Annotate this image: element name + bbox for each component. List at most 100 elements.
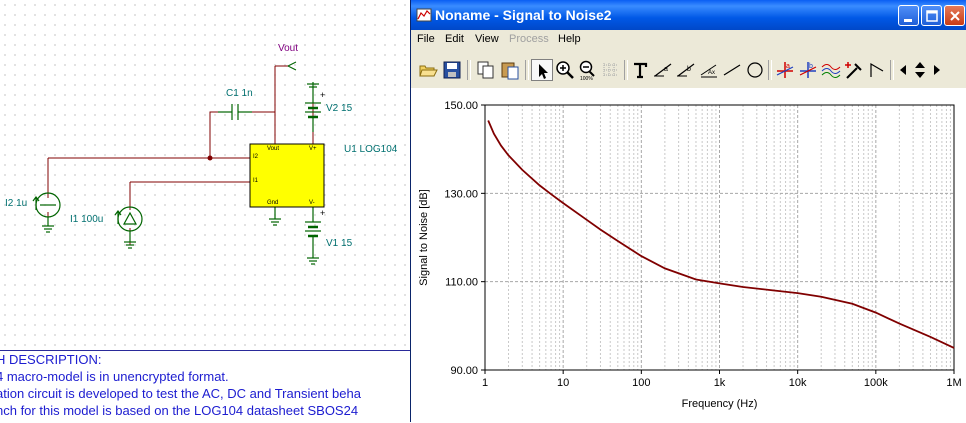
slope-icon bbox=[870, 62, 884, 77]
slope-button[interactable] bbox=[866, 59, 888, 81]
vout-label: Vout bbox=[278, 43, 299, 54]
svg-text:+: + bbox=[320, 208, 325, 218]
minimize-button[interactable] bbox=[898, 5, 919, 26]
close-icon bbox=[950, 11, 960, 21]
pin-vout-label: Vout bbox=[267, 146, 280, 152]
grid-icon bbox=[603, 63, 618, 77]
x-tick-label: 10k bbox=[789, 377, 807, 389]
line-icon bbox=[723, 64, 741, 76]
battery-v2 bbox=[305, 82, 321, 132]
add-marker-button[interactable] bbox=[843, 59, 865, 81]
x-axis-label: Frequency (Hz) bbox=[682, 398, 758, 410]
i1-label: I1 100u bbox=[70, 214, 104, 225]
cursor-a-marker-button[interactable]: a bbox=[774, 59, 796, 81]
zoom-in-icon bbox=[556, 61, 574, 79]
open-button[interactable] bbox=[417, 59, 439, 81]
cursor-b-marker-icon: b bbox=[799, 62, 817, 78]
svg-text:Ax: Ax bbox=[708, 70, 715, 76]
macro-description[interactable]: H DESCRIPTION: 4 macro-model is in unenc… bbox=[0, 350, 410, 423]
pointer-button[interactable] bbox=[531, 59, 553, 81]
toolbar-separator bbox=[525, 60, 529, 80]
description-line: H DESCRIPTION: bbox=[0, 352, 102, 367]
save-button[interactable] bbox=[441, 59, 463, 81]
menu-bar: File Edit View Process Help bbox=[411, 30, 966, 50]
line-button[interactable] bbox=[721, 59, 743, 81]
u1-block[interactable] bbox=[249, 143, 325, 208]
svg-text:a: a bbox=[786, 63, 790, 70]
y-axis-ticks: 90.00 110.00 130.00 150.00 bbox=[444, 100, 485, 377]
svg-text:+: + bbox=[320, 90, 325, 100]
maximize-icon bbox=[926, 10, 938, 22]
pointer-icon bbox=[539, 64, 548, 79]
circle-button[interactable] bbox=[744, 59, 766, 81]
i2-label: I2 1u bbox=[5, 198, 28, 209]
menu-edit[interactable]: Edit bbox=[445, 33, 464, 45]
pin-i1-label: I1 bbox=[253, 178, 259, 184]
title-bar[interactable]: Noname - Signal to Noise2 bbox=[411, 0, 966, 30]
y-tick-label: 110.00 bbox=[445, 277, 478, 289]
svg-text:b: b bbox=[809, 63, 813, 70]
menu-help[interactable]: Help bbox=[558, 33, 581, 45]
pin-i2-label: I2 bbox=[253, 154, 259, 160]
x-tick-label: 100 bbox=[632, 377, 650, 389]
copy-icon bbox=[477, 61, 494, 79]
menu-file[interactable]: File bbox=[417, 33, 435, 45]
add-marker-icon bbox=[845, 62, 862, 79]
pin-vminus-label: V- bbox=[309, 200, 315, 206]
svg-text:a: a bbox=[664, 66, 668, 73]
circle-icon bbox=[747, 62, 763, 78]
next-button[interactable] bbox=[929, 59, 945, 81]
cursor-b-icon: b bbox=[677, 63, 695, 77]
text-button[interactable] bbox=[629, 59, 651, 81]
curves-button[interactable] bbox=[820, 59, 842, 81]
grid-minor bbox=[508, 105, 951, 370]
menu-process[interactable]: Process bbox=[509, 33, 549, 45]
x-tick-label: 10 bbox=[557, 377, 569, 389]
v1-label: V1 15 bbox=[326, 238, 353, 249]
description-line: ation circuit is developed to test the A… bbox=[0, 386, 361, 401]
x-tick-label: 100k bbox=[864, 377, 888, 389]
signal-to-noise-chart[interactable]: 90.00110.00130.00150.00 1 10 100 1k 10k 100k 1… bbox=[411, 88, 966, 422]
svg-text:100%: 100% bbox=[580, 76, 593, 81]
zoom-100-button[interactable]: 100% bbox=[577, 59, 599, 81]
x-tick-label: 1k bbox=[714, 377, 726, 389]
x-axis-ticks: 1 10 100 1k 10k 100k 1M bbox=[482, 370, 962, 389]
cursor-b-marker-button[interactable]: b bbox=[797, 59, 819, 81]
c1-label: C1 1n bbox=[226, 88, 253, 99]
close-button[interactable] bbox=[944, 5, 965, 26]
toolbar: 100% a b Ax a b bbox=[411, 54, 966, 86]
axis-text-button[interactable]: Ax bbox=[698, 59, 720, 81]
grid-button[interactable] bbox=[600, 59, 622, 81]
prev-button[interactable] bbox=[895, 59, 911, 81]
curves-icon bbox=[821, 64, 841, 78]
description-line: nch for this model is based on the LOG10… bbox=[0, 403, 359, 418]
capacitor-c1 bbox=[218, 104, 252, 120]
toolbar-separator bbox=[890, 60, 894, 80]
menu-view[interactable]: View bbox=[475, 33, 499, 45]
description-line: 4 macro-model is in unencrypted format. bbox=[0, 369, 229, 384]
x-tick-label: 1 bbox=[482, 377, 488, 389]
toolbar-separator bbox=[768, 60, 772, 80]
series-line bbox=[487, 120, 955, 349]
maximize-button[interactable] bbox=[921, 5, 942, 26]
minimize-icon bbox=[904, 19, 912, 22]
axis-text-icon: Ax bbox=[700, 64, 717, 78]
paste-button[interactable] bbox=[499, 59, 521, 81]
plot-area[interactable]: 90.00 110.00 130.00 150.00 1 10 100 1k 10k 100k 1… bbox=[411, 88, 966, 422]
junction-dot bbox=[207, 155, 213, 161]
svg-text:b: b bbox=[687, 66, 691, 73]
signal-to-noise-window[interactable]: Noname - Signal to Noise2 File Edit View… bbox=[410, 0, 966, 422]
next-icon bbox=[934, 65, 940, 75]
paste-icon bbox=[501, 62, 519, 80]
zoom-in-button[interactable] bbox=[554, 59, 576, 81]
up-down-button[interactable] bbox=[912, 59, 928, 81]
x-tick-label: 1M bbox=[946, 377, 961, 389]
zoom-100-icon: 100% bbox=[579, 60, 595, 81]
u1-label: U1 LOG104 bbox=[344, 144, 398, 155]
copy-button[interactable] bbox=[475, 59, 497, 81]
prev-icon bbox=[900, 65, 906, 75]
y-tick-label: 130.00 bbox=[444, 188, 478, 200]
cursor-b-button[interactable]: b bbox=[675, 59, 697, 81]
cursor-a-button[interactable]: a bbox=[652, 59, 674, 81]
schematic-canvas[interactable]: + + I2 I1 Vout Gnd V+ V- Vout C1 1n V2 1… bbox=[0, 0, 410, 423]
